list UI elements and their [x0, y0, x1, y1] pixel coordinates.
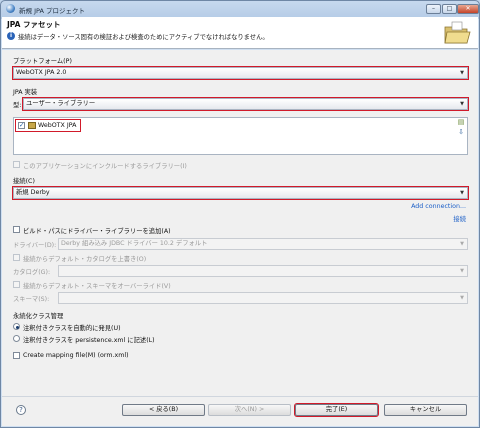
create-mapping-file-label: Create mapping file(M) (orm.xml) — [23, 352, 129, 359]
title-bar: 新規 JPA プロジェクト – □ ✕ — [2, 2, 479, 16]
library-jar-icon — [28, 122, 36, 129]
open-folder-icon — [444, 21, 471, 44]
type-select[interactable]: ユーザー・ライブラリー ▼ — [22, 97, 469, 111]
library-list: WebOTX JPA — [13, 117, 468, 155]
driver-label: ドライバー(D): — [13, 242, 57, 249]
discover-classes-radio[interactable] — [13, 323, 20, 330]
connection-select[interactable]: 新規 Derby ▼ — [12, 186, 469, 200]
chevron-down-icon: ▼ — [460, 295, 464, 301]
chevron-down-icon: ▼ — [460, 190, 464, 196]
minimize-button[interactable]: – — [426, 4, 441, 14]
type-label: 型: — [13, 102, 22, 109]
schema-label: スキーマ(S): — [13, 296, 50, 303]
add-connection-link[interactable]: Add connection... — [411, 203, 466, 210]
library-item-label: WebOTX JPA — [38, 122, 77, 129]
header-message: 接続はデータ・ソース固有の検証および検査のためにアクティブでなければなりません。 — [18, 34, 269, 41]
platform-select[interactable]: WebOTX JPA 2.0 ▼ — [12, 66, 469, 80]
override-schema-label: 接続からデフォルト・スキーマをオーバーライド(V) — [23, 283, 171, 290]
page-title: JPA ファセット — [7, 20, 61, 29]
list-classes-label: 注釈付きクラスを persistence.xml に記述(L) — [23, 337, 155, 344]
connection-select-value: 新規 Derby — [16, 189, 50, 196]
create-mapping-file-checkbox[interactable] — [13, 352, 20, 359]
include-libraries-label: このアプリケーションにインクルードするライブラリー(I) — [23, 163, 187, 170]
chevron-down-icon: ▼ — [460, 70, 464, 76]
catalog-label: カタログ(G): — [13, 269, 51, 276]
override-schema-checkbox[interactable] — [13, 281, 20, 288]
chevron-down-icon: ▼ — [460, 268, 464, 274]
connect-link[interactable]: 接続 — [453, 214, 466, 223]
platform-select-value: WebOTX JPA 2.0 — [16, 69, 67, 76]
driver-select[interactable]: Derby 組み込み JDBC ドライバー 10.2 デフォルト ▼ — [58, 238, 468, 250]
wizard-content: プラットフォーム(P) WebOTX JPA 2.0 ▼ JPA 実装 型: ユ… — [2, 50, 478, 396]
add-driver-checkbox[interactable] — [13, 226, 20, 233]
type-select-value: ユーザー・ライブラリー — [26, 100, 96, 107]
library-item[interactable]: WebOTX JPA — [15, 119, 81, 132]
connection-label: 接続(C) — [13, 178, 35, 185]
schema-select[interactable]: ▼ — [58, 292, 468, 304]
list-classes-radio[interactable] — [13, 335, 20, 342]
persistent-class-group-label: 永続化クラス管理 — [13, 313, 64, 320]
maximize-button[interactable]: □ — [442, 4, 457, 14]
eclipse-app-icon — [6, 4, 15, 13]
discover-classes-label: 注釈付きクラスを自動的に発見(U) — [23, 325, 121, 332]
wizard-header: JPA ファセット i 接続はデータ・ソース固有の検証および検査のためにアクティ… — [2, 17, 478, 49]
catalog-select[interactable]: ▼ — [58, 265, 468, 277]
download-library-icon[interactable]: ⇩ — [457, 128, 465, 136]
close-button[interactable]: ✕ — [457, 4, 479, 14]
library-checkbox[interactable] — [18, 121, 25, 129]
override-catalog-checkbox[interactable] — [13, 254, 20, 261]
finish-button[interactable]: 完了(E) — [294, 403, 379, 417]
override-catalog-label: 接続からデフォルト・カタログを上書き(O) — [23, 256, 147, 263]
platform-label: プラットフォーム(P) — [13, 58, 72, 65]
button-bar: ? < 戻る(B) 次へ(N) > 完了(E) キャンセル — [2, 396, 478, 426]
chevron-down-icon: ▼ — [460, 241, 464, 247]
info-icon: i — [7, 32, 15, 40]
add-driver-label: ビルド・パスにドライバー・ライブラリーを追加(A) — [23, 228, 171, 235]
driver-select-value: Derby 組み込み JDBC ドライバー 10.2 デフォルト — [61, 240, 208, 247]
window-title: 新規 JPA プロジェクト — [19, 7, 85, 15]
manage-libraries-icon[interactable]: ▤ — [457, 118, 465, 126]
chevron-down-icon: ▼ — [460, 101, 464, 107]
include-libraries-checkbox[interactable] — [13, 161, 20, 168]
back-button[interactable]: < 戻る(B) — [122, 404, 205, 416]
next-button[interactable]: 次へ(N) > — [208, 404, 291, 416]
help-icon[interactable]: ? — [16, 405, 26, 415]
cancel-button[interactable]: キャンセル — [384, 404, 467, 416]
jpa-impl-group-label: JPA 実装 — [13, 89, 38, 96]
